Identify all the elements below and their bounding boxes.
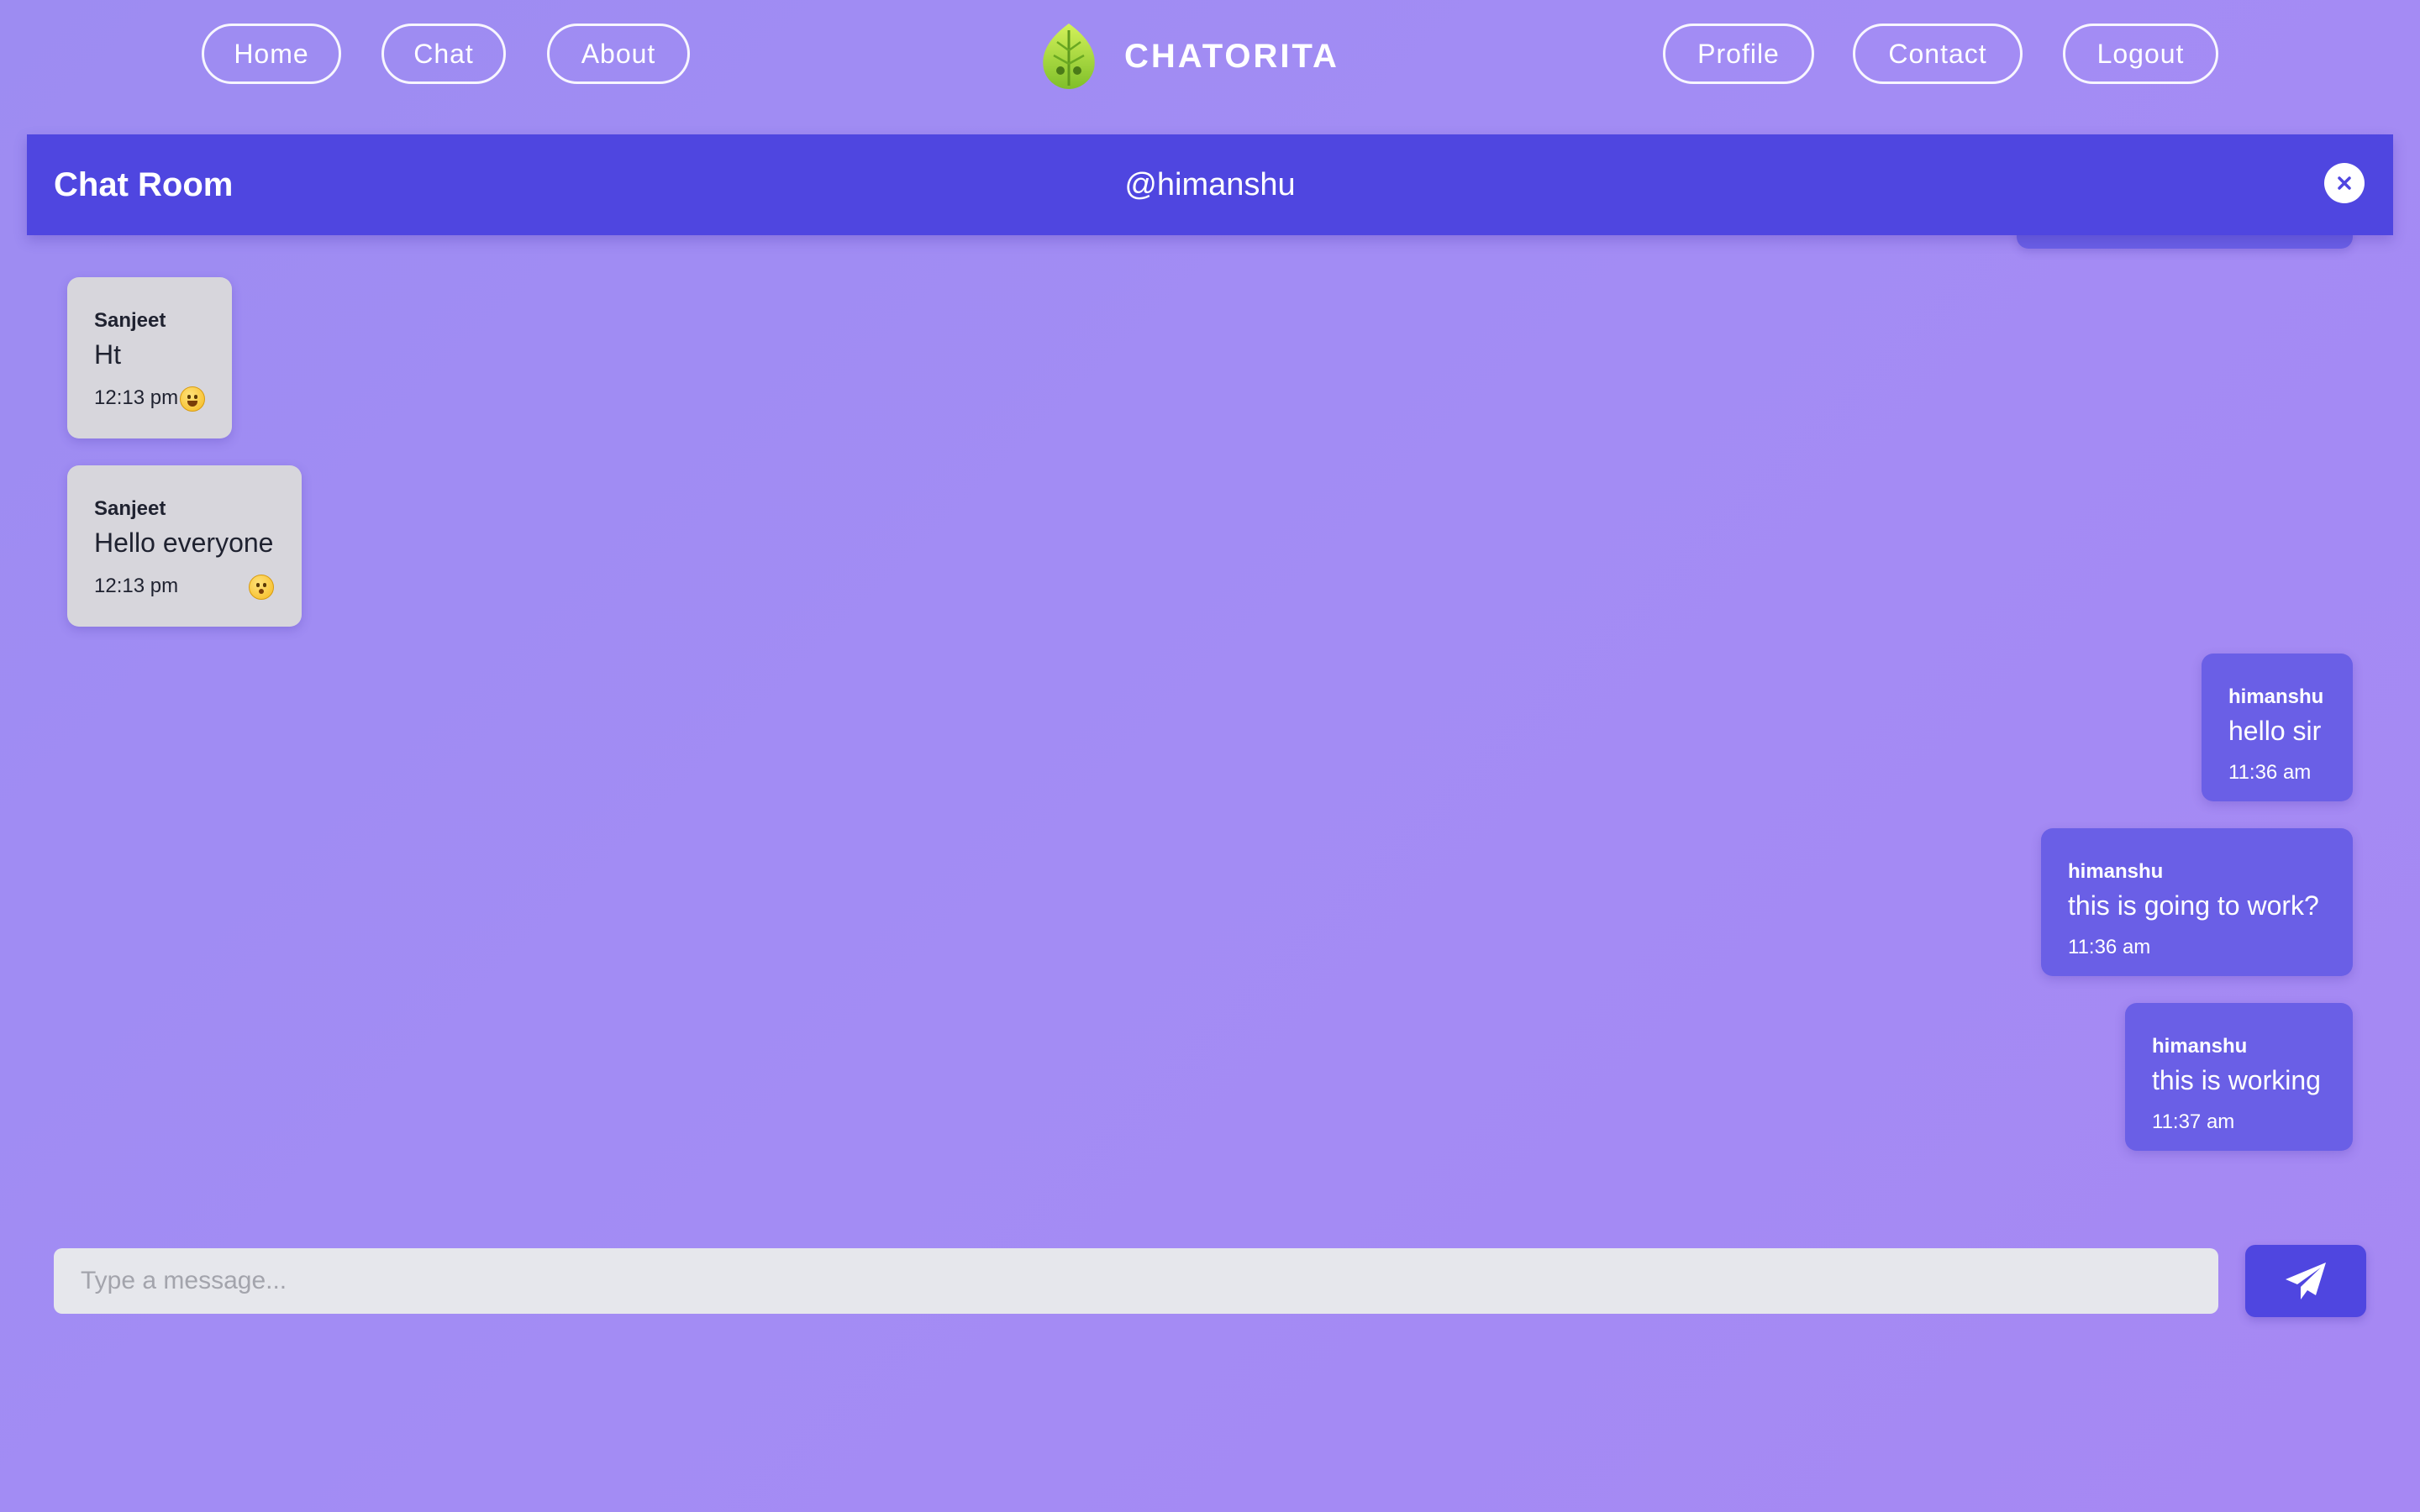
message-sender: Sanjeet bbox=[94, 497, 166, 520]
brand[interactable]: CHATORITA bbox=[1039, 20, 1339, 92]
message-sender: himanshu bbox=[2152, 1035, 2248, 1058]
message-text: Hello everyone bbox=[94, 528, 274, 558]
nav-about-link[interactable]: About bbox=[547, 24, 690, 84]
message-text: this is working bbox=[2152, 1065, 2321, 1095]
nav-profile-link[interactable]: Profile bbox=[1663, 24, 1814, 84]
paper-plane-icon bbox=[2286, 1263, 2326, 1299]
grinning-face-emoji-icon bbox=[180, 386, 205, 412]
nav-home-link[interactable]: Home bbox=[202, 24, 341, 84]
send-button[interactable] bbox=[2245, 1245, 2366, 1317]
message-bubble-outgoing: himanshu this is working 11:37 am bbox=[2125, 1003, 2353, 1151]
message-time: 12:13 pm bbox=[94, 386, 179, 409]
message-bubble-outgoing: himanshu hello sir 11:36 am bbox=[2202, 654, 2353, 801]
message-bubble-incoming: Sanjeet Hello everyone 12:13 pm bbox=[67, 465, 302, 627]
nav-contact-link[interactable]: Contact bbox=[1853, 24, 2023, 84]
message-sender: himanshu bbox=[2068, 860, 2164, 883]
message-text: hello sir bbox=[2228, 716, 2322, 746]
nav-chat-link[interactable]: Chat bbox=[381, 24, 506, 84]
brand-name: CHATORITA bbox=[1124, 37, 1339, 75]
message-bubble-outgoing: himanshu this is going to work? 11:36 am bbox=[2041, 828, 2353, 976]
kissing-face-emoji-icon bbox=[249, 575, 274, 600]
leaf-logo-icon bbox=[1043, 24, 1095, 89]
nav-logout-link[interactable]: Logout bbox=[2063, 24, 2218, 84]
chat-username: @himanshu bbox=[1124, 167, 1296, 202]
chat-header: Chat Room @himanshu bbox=[27, 134, 2393, 235]
message-time: 11:36 am bbox=[2068, 936, 2151, 958]
close-chat-button[interactable] bbox=[2324, 163, 2365, 203]
message-text: this is going to work? bbox=[2068, 890, 2319, 921]
close-icon bbox=[2338, 176, 2351, 190]
message-time: 12:13 pm bbox=[94, 575, 179, 597]
message-sender: Sanjeet bbox=[94, 309, 166, 332]
message-time: 11:36 am bbox=[2228, 761, 2312, 784]
message-bubble-incoming: Sanjeet Ht 12:13 pm bbox=[67, 277, 232, 438]
message-time: 11:37 am bbox=[2152, 1110, 2235, 1133]
message-text: Ht bbox=[94, 339, 121, 370]
message-sender: himanshu bbox=[2228, 685, 2324, 708]
message-input[interactable] bbox=[54, 1248, 2218, 1314]
chat-room-title: Chat Room bbox=[54, 166, 234, 203]
